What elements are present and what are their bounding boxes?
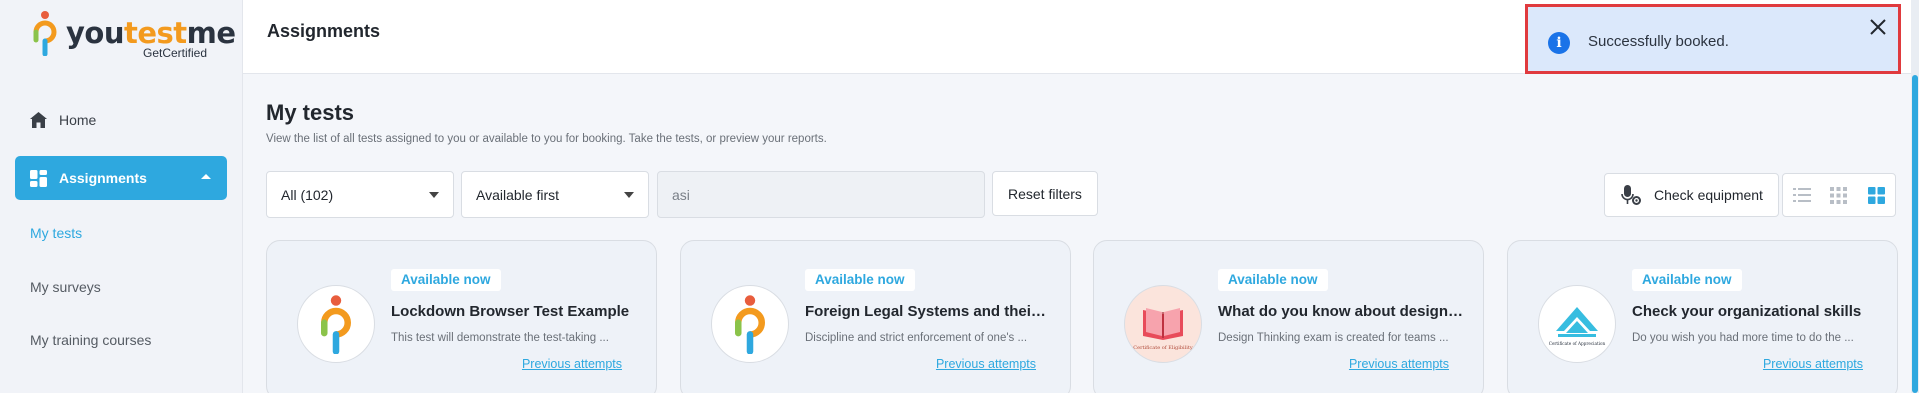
check-equipment-label: Check equipment [1654, 187, 1763, 203]
close-icon[interactable] [1868, 17, 1888, 37]
test-title[interactable]: Lockdown Browser Test Example [391, 303, 636, 320]
list-view-icon[interactable] [1783, 174, 1820, 216]
sort-select[interactable]: Available first [461, 171, 649, 218]
chevron-down-icon [624, 192, 634, 198]
previous-attempts-link[interactable]: Previous attempts [1349, 357, 1449, 371]
page-title: Assignments [267, 21, 381, 41]
section-title: My tests [266, 100, 355, 125]
grid-view-icon[interactable] [1858, 174, 1895, 216]
scope-select[interactable]: All (102) [266, 171, 454, 218]
availability-badge: Available now [391, 269, 501, 291]
availability-badge: Available now [1632, 269, 1742, 291]
dashboard-icon [29, 169, 47, 187]
reset-filters-button[interactable]: Reset filters [992, 171, 1098, 216]
test-card[interactable]: Available now Lockdown Browser Test Exam… [266, 240, 657, 393]
availability-badge: Available now [1218, 269, 1328, 291]
test-card[interactable]: Certificate of Appreciation Available no… [1507, 240, 1898, 393]
info-icon: i [1548, 32, 1570, 54]
test-description: Discipline and strict enforcement of one… [805, 332, 1028, 344]
sidebar-item-label: Assignments [59, 170, 147, 186]
sort-select-value: Available first [476, 186, 560, 203]
sidebar-subitem-my-training-courses[interactable]: My training courses [30, 332, 151, 348]
scope-select-value: All (102) [281, 186, 334, 203]
success-toast: i Successfully booked. [1525, 4, 1901, 74]
section-description: View the list of all tests assigned to y… [266, 133, 827, 145]
sidebar-item-assignments[interactable]: Assignments [15, 156, 227, 200]
search-input-value: asi [672, 186, 690, 203]
appreciation-certificate-thumbnail: Certificate of Appreciation [1538, 285, 1616, 363]
test-title[interactable]: Foreign Legal Systems and their ... [805, 303, 1050, 320]
brand-tagline: GetCertified [143, 46, 208, 60]
home-icon [29, 111, 47, 129]
previous-attempts-link[interactable]: Previous attempts [936, 357, 1036, 371]
sidebar-subitem-my-tests[interactable]: My tests [30, 225, 82, 241]
test-description: Do you wish you had more time to do the … [1632, 332, 1854, 344]
availability-badge: Available now [805, 269, 915, 291]
svg-text:Certificate of Appreciation: Certificate of Appreciation [1549, 341, 1606, 346]
test-card[interactable]: Available now Foreign Legal Systems and … [680, 240, 1071, 393]
previous-attempts-link[interactable]: Previous attempts [1763, 357, 1863, 371]
view-mode-toggle [1782, 173, 1896, 217]
test-thumbnail-logo [711, 285, 789, 363]
sidebar-item-home[interactable]: Home [15, 98, 227, 142]
test-card[interactable]: Certificate of Eligibility Available now… [1093, 240, 1484, 393]
previous-attempts-link[interactable]: Previous attempts [522, 357, 622, 371]
toast-message: Successfully booked. [1588, 33, 1729, 50]
sidebar-item-label: Home [59, 112, 97, 128]
sidebar-subitem-my-surveys[interactable]: My surveys [30, 279, 101, 295]
reset-filters-label: Reset filters [1008, 185, 1082, 202]
test-thumbnail-logo [297, 285, 375, 363]
test-description: This test will demonstrate the test-taki… [391, 332, 609, 344]
sidebar: youtestme GetCertified Home Assignments … [0, 0, 243, 393]
logo-mark-icon [33, 11, 57, 56]
test-title[interactable]: What do you know about design t... [1218, 303, 1463, 320]
scrollbar-thumb[interactable] [1912, 75, 1918, 393]
check-equipment-button[interactable]: Check equipment [1604, 173, 1779, 217]
test-title[interactable]: Check your organizational skills [1632, 303, 1877, 320]
microphone-settings-icon [1620, 184, 1642, 206]
youtestme-logo[interactable]: youtestme GetCertified [30, 10, 236, 60]
test-description: Design Thinking exam is created for team… [1218, 332, 1449, 344]
brand-name: youtestme [66, 16, 236, 50]
compact-grid-icon[interactable] [1820, 174, 1857, 216]
chevron-up-icon [201, 174, 211, 179]
scrollbar[interactable] [1911, 0, 1919, 393]
svg-text:Certificate of Eligibility: Certificate of Eligibility [1133, 345, 1193, 351]
book-certificate-thumbnail: Certificate of Eligibility [1124, 285, 1202, 363]
chevron-down-icon [429, 192, 439, 198]
search-input[interactable]: asi [657, 171, 985, 218]
